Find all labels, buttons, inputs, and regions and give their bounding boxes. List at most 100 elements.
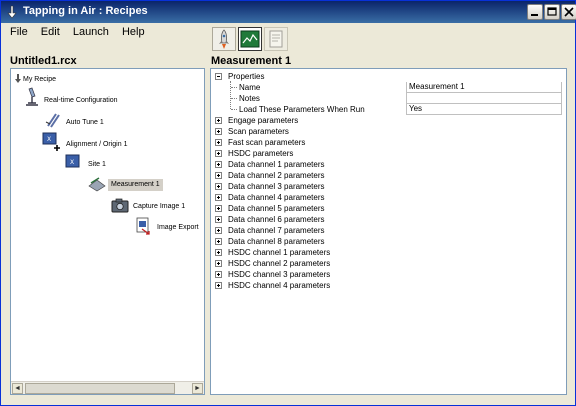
group-label: Data channel 5 parameters <box>228 204 325 213</box>
expand-icon[interactable] <box>215 128 222 135</box>
group-row[interactable]: Data channel 3 parameters <box>211 181 566 192</box>
document-button[interactable] <box>264 27 288 51</box>
property-row-notes[interactable]: Notes <box>211 93 566 104</box>
expand-icon[interactable] <box>215 150 222 157</box>
group-label: Scan parameters <box>228 127 289 136</box>
site-icon: X <box>65 154 80 168</box>
group-label: HSDC channel 1 parameters <box>228 248 331 257</box>
expand-icon[interactable] <box>215 172 222 179</box>
expand-icon[interactable] <box>215 271 222 278</box>
expand-icon[interactable] <box>215 227 222 234</box>
group-row[interactable]: Engage parameters <box>211 115 566 126</box>
launch-button[interactable] <box>212 27 236 51</box>
group-row[interactable]: Data channel 5 parameters <box>211 203 566 214</box>
scroll-thumb[interactable] <box>25 383 175 394</box>
microscope-icon <box>26 87 38 106</box>
property-value-name[interactable]: Measurement 1 <box>406 82 562 93</box>
menu-edit[interactable]: Edit <box>36 25 65 39</box>
scroll-left-button[interactable]: ◄ <box>12 383 23 394</box>
tree-node-capture-image[interactable]: Capture Image 1 <box>111 197 201 215</box>
expand-icon[interactable] <box>215 260 222 267</box>
group-row[interactable]: HSDC channel 1 parameters <box>211 247 566 258</box>
expand-icon[interactable] <box>215 139 222 146</box>
group-row[interactable]: Data channel 4 parameters <box>211 192 566 203</box>
group-label: Engage parameters <box>228 116 299 125</box>
measurement-graph-icon <box>240 30 260 48</box>
group-label: Properties <box>228 72 265 81</box>
tree-node-image-export[interactable]: Image Export <box>134 217 204 237</box>
expand-icon[interactable] <box>215 282 222 289</box>
property-grid[interactable]: Properties Name Measurement 1 Notes Load… <box>210 68 567 395</box>
tree-node-label: Auto Tune 1 <box>66 119 104 126</box>
property-name: Notes <box>239 94 260 103</box>
image-export-icon <box>136 217 150 235</box>
title-bar[interactable]: Tapping in Air : Recipes <box>1 1 576 23</box>
scroll-right-button[interactable]: ► <box>192 383 203 394</box>
group-row[interactable]: Scan parameters <box>211 126 566 137</box>
maximize-button[interactable] <box>544 4 560 20</box>
svg-text:X: X <box>70 159 74 166</box>
group-label: HSDC channel 4 parameters <box>228 281 331 290</box>
properties-panel-title: Measurement 1 <box>211 55 292 67</box>
minimize-button[interactable] <box>527 4 543 20</box>
expand-icon[interactable] <box>215 194 222 201</box>
property-name: Load These Parameters When Run <box>239 105 365 114</box>
group-row[interactable]: Data channel 6 parameters <box>211 214 566 225</box>
group-row[interactable]: HSDC channel 2 parameters <box>211 258 566 269</box>
tree-node-site[interactable]: X Site 1 <box>65 154 125 172</box>
tree-node-measurement[interactable]: Measurement 1 <box>87 174 167 194</box>
property-name: Name <box>239 83 261 92</box>
window-title: Tapping in Air : Recipes <box>23 5 148 17</box>
menu-launch[interactable]: Launch <box>68 25 114 39</box>
property-row-name[interactable]: Name Measurement 1 <box>211 82 566 93</box>
tree-node-alignment-origin[interactable]: X Alignment / Origin 1 <box>42 132 152 152</box>
tree-node-label: Site 1 <box>88 161 106 168</box>
tree-connector <box>231 98 237 99</box>
property-value-load-parameters[interactable]: Yes <box>406 104 562 115</box>
tree-node-label: Capture Image 1 <box>133 203 186 210</box>
menu-file[interactable]: File <box>5 25 33 39</box>
tree-node-label: Alignment / Origin 1 <box>66 141 128 148</box>
svg-text:X: X <box>47 136 51 143</box>
app-icon <box>7 5 17 19</box>
group-properties[interactable]: Properties <box>211 71 566 82</box>
tree-connector <box>231 87 237 88</box>
group-row[interactable]: HSDC parameters <box>211 148 566 159</box>
group-label: HSDC channel 2 parameters <box>228 259 331 268</box>
expand-icon[interactable] <box>215 161 222 168</box>
measurement-button[interactable] <box>238 27 262 51</box>
close-button[interactable] <box>561 4 576 20</box>
group-label: HSDC parameters <box>228 149 294 158</box>
group-row[interactable]: Data channel 8 parameters <box>211 236 566 247</box>
horizontal-scrollbar[interactable]: ◄ ► <box>11 381 204 394</box>
group-row[interactable]: Data channel 1 parameters <box>211 159 566 170</box>
tree-node-real-time-configuration[interactable]: Real-time Configuration <box>23 87 143 109</box>
expand-icon[interactable] <box>215 183 222 190</box>
group-row[interactable]: HSDC channel 3 parameters <box>211 269 566 280</box>
expand-icon[interactable] <box>215 205 222 212</box>
tree-node-label: Image Export <box>157 224 199 231</box>
property-row-load-parameters[interactable]: Load These Parameters When Run Yes <box>211 104 566 115</box>
tree-node-my-recipe[interactable]: My Recipe <box>14 74 74 86</box>
tree-node-auto-tune[interactable]: Auto Tune 1 <box>44 110 124 130</box>
group-row[interactable]: Data channel 2 parameters <box>211 170 566 181</box>
group-label: Fast scan parameters <box>228 138 306 147</box>
tree-node-label: Measurement 1 <box>108 179 163 191</box>
menu-help[interactable]: Help <box>117 25 150 39</box>
close-icon <box>564 7 574 17</box>
menu-bar: File Edit Launch Help <box>5 25 150 41</box>
recipe-tree[interactable]: My Recipe Real-time Configuration Auto T… <box>10 68 205 395</box>
camera-icon <box>111 198 129 213</box>
group-row[interactable]: Fast scan parameters <box>211 137 566 148</box>
expand-icon[interactable] <box>215 117 222 124</box>
group-row[interactable]: Data channel 7 parameters <box>211 225 566 236</box>
alignment-icon: X <box>42 132 60 151</box>
collapse-icon[interactable] <box>215 73 222 80</box>
property-value-notes[interactable] <box>406 93 562 104</box>
expand-icon[interactable] <box>215 238 222 245</box>
tree-connector <box>231 109 237 110</box>
recipe-file-title: Untitled1.rcx <box>10 55 77 67</box>
expand-icon[interactable] <box>215 216 222 223</box>
group-row[interactable]: HSDC channel 4 parameters <box>211 280 566 291</box>
expand-icon[interactable] <box>215 249 222 256</box>
